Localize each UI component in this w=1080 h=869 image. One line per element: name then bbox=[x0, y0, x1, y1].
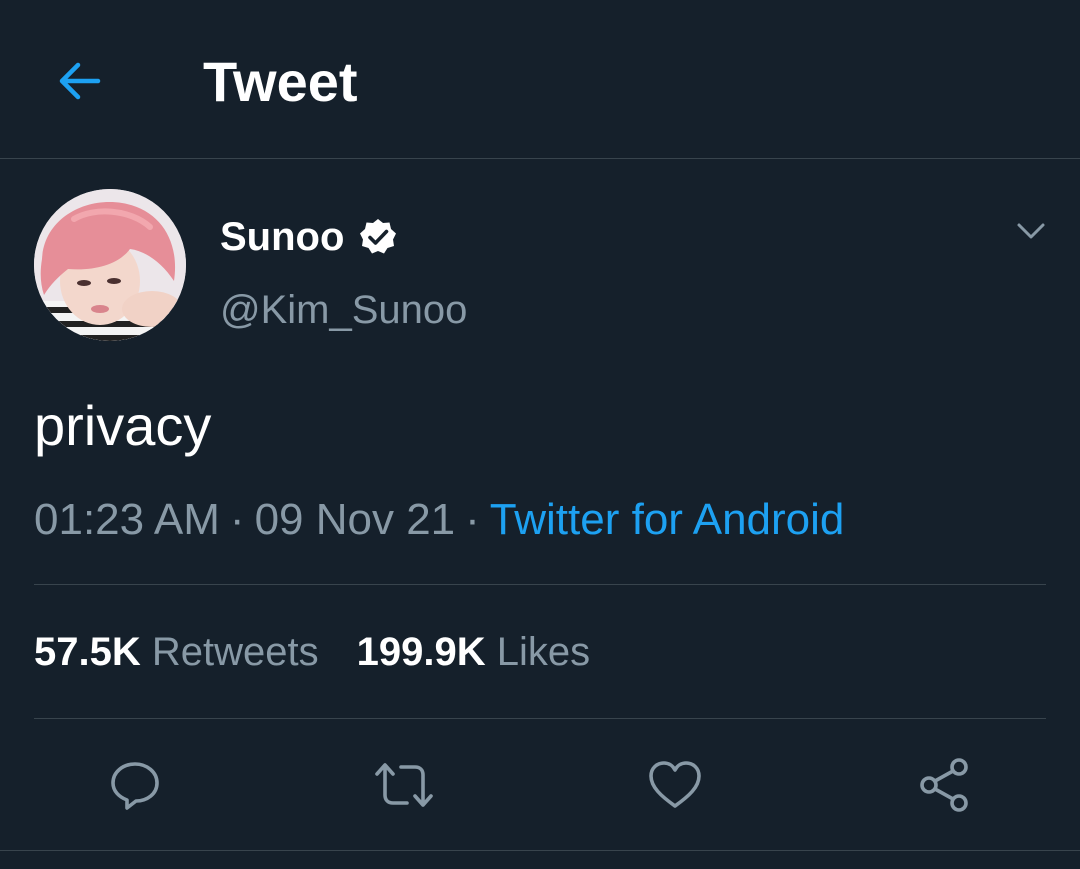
share-button[interactable] bbox=[915, 755, 975, 815]
retweets-count: 57.5K bbox=[34, 630, 141, 674]
back-button[interactable] bbox=[48, 50, 110, 112]
likes-count: 199.9K bbox=[356, 630, 486, 674]
avatar-photo bbox=[34, 189, 186, 341]
tweet-text: privacy bbox=[34, 394, 212, 457]
top-app-bar: Tweet bbox=[0, 0, 1080, 159]
like-icon bbox=[649, 761, 701, 808]
reply-button[interactable] bbox=[105, 755, 165, 815]
avatar[interactable] bbox=[34, 189, 186, 341]
like-button[interactable] bbox=[645, 755, 705, 815]
author-display-name: Sunoo bbox=[220, 215, 345, 259]
page-title: Tweet bbox=[203, 50, 358, 113]
retweet-button[interactable] bbox=[374, 755, 434, 815]
meta-separator: · bbox=[229, 495, 245, 544]
tweet-source-link[interactable]: Twitter for Android bbox=[490, 495, 845, 544]
reply-icon bbox=[111, 762, 159, 810]
divider bbox=[34, 584, 1046, 585]
chevron-down-icon bbox=[1017, 223, 1045, 239]
likes-label: Likes bbox=[496, 630, 591, 674]
arrow-left-icon bbox=[59, 62, 101, 100]
tweet-date: 09 Nov 21 bbox=[254, 495, 456, 544]
retweet-icon bbox=[375, 763, 433, 807]
meta-separator: · bbox=[465, 495, 480, 544]
likes-stat[interactable]: 199.9K Likes bbox=[357, 630, 591, 674]
retweets-label: Retweets bbox=[151, 630, 319, 674]
tweet-meta: 01:23 AM · 09 Nov 21 · Twitter for Android bbox=[34, 490, 844, 550]
retweets-stat[interactable]: 57.5K Retweets bbox=[34, 630, 319, 674]
tweet-options-button[interactable] bbox=[1010, 210, 1052, 252]
verified-badge-icon bbox=[358, 217, 398, 257]
tweet-action-bar bbox=[0, 719, 1080, 851]
tweet-time: 01:23 AM bbox=[34, 495, 220, 544]
author-handle[interactable]: @Kim_Sunoo bbox=[220, 283, 467, 337]
author-name-row[interactable]: Sunoo bbox=[220, 210, 398, 264]
tweet-detail-screen: Tweet Sunoo @Kim_Sunoo privacy 01:23 AM … bbox=[0, 0, 1080, 869]
share-icon bbox=[920, 758, 968, 812]
tweet-stats: 57.5K Retweets 199.9K Likes bbox=[34, 624, 590, 680]
